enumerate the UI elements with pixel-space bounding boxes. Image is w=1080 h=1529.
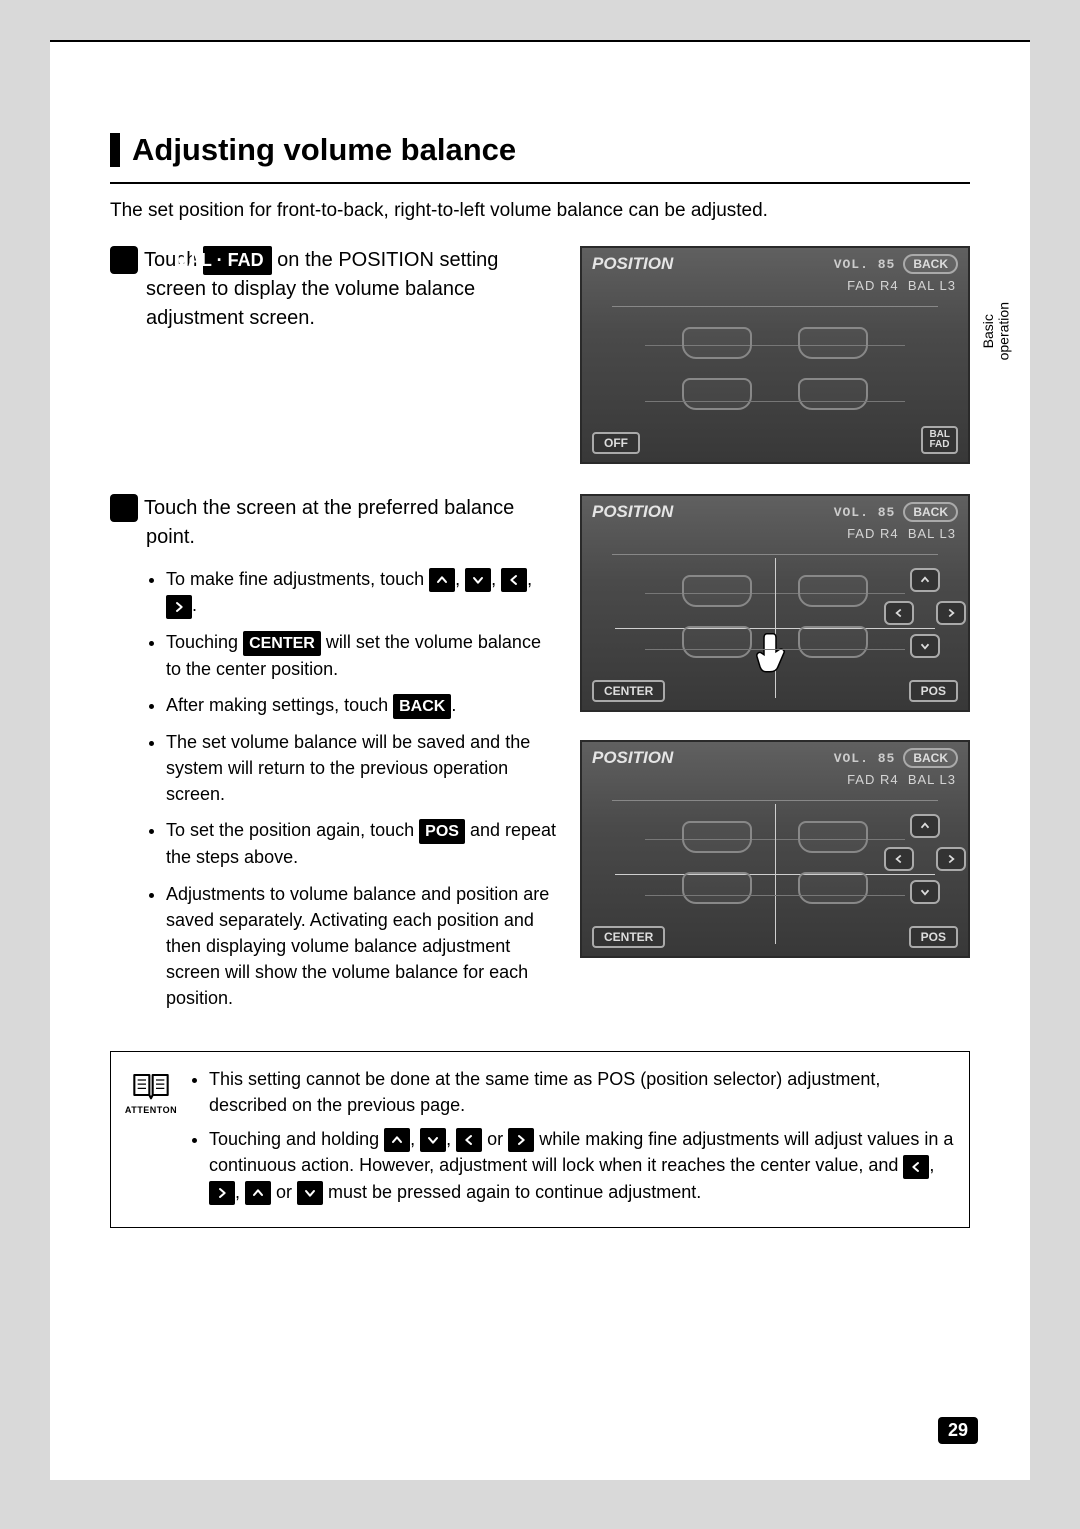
step-2-row: 2Touch the screen at the preferred balan… — [110, 494, 970, 1021]
s2-bullet-6: Adjustments to volume balance and positi… — [166, 881, 558, 1011]
screenshot-2: POSITION VOL. 85 BACK FAD R4 BAL L3 — [580, 494, 970, 712]
page-number: 29 — [938, 1417, 978, 1444]
fad-value: FAD R4 — [847, 278, 899, 293]
step-1-row: 1Touch BAL · FAD on the POSITION setting… — [110, 246, 970, 464]
section-title-text: Adjusting volume balance — [132, 132, 516, 168]
s2-bullet-2: Touching CENTER will set the volume bala… — [166, 629, 558, 682]
screenshot-1: POSITION VOL. 85 BACK FAD R4 BAL L3 OFF … — [580, 246, 970, 464]
section-tab: Basic operation — [981, 302, 1012, 360]
seat-front-right — [798, 327, 868, 359]
s2-bullet-1: To make fine adjustments, touch , , , . — [166, 566, 558, 619]
up-icon — [384, 1128, 410, 1152]
balfad-button[interactable]: BAL FAD — [921, 426, 958, 454]
left-icon — [903, 1155, 929, 1179]
step-2-screenshots: POSITION VOL. 85 BACK FAD R4 BAL L3 — [580, 494, 970, 1021]
manual-page: Basic operation Adjusting volume balance… — [50, 40, 1030, 1480]
right-icon — [508, 1128, 534, 1152]
section-title: Adjusting volume balance — [110, 132, 970, 184]
vol-value: 85 — [878, 257, 896, 272]
shot-back-button[interactable]: BACK — [903, 502, 958, 522]
dpad-right[interactable] — [936, 601, 966, 625]
bal-fad-pill: BAL · FAD — [203, 246, 272, 275]
shot-back-button[interactable]: BACK — [903, 748, 958, 768]
s2-bullet-4: The set volume balance will be saved and… — [166, 729, 558, 807]
screenshot-3: POSITION VOL. 85 BACK FAD R4 BAL L3 — [580, 740, 970, 958]
pos-pill: POS — [419, 819, 465, 844]
off-button[interactable]: OFF — [592, 432, 640, 454]
step-1-badge: 1 — [110, 246, 138, 274]
step-2-text: 2Touch the screen at the preferred balan… — [110, 494, 558, 1021]
shot-title: POSITION — [592, 254, 673, 274]
bal-value: BAL L3 — [908, 278, 956, 293]
dpad-down[interactable] — [910, 634, 940, 658]
center-button[interactable]: CENTER — [592, 926, 665, 948]
attention-content: This setting cannot be done at the same … — [191, 1066, 955, 1213]
left-icon — [456, 1128, 482, 1152]
s2-bullet-5: To set the position again, touch POS and… — [166, 817, 558, 870]
cross-hair — [775, 874, 776, 875]
dpad-up[interactable] — [910, 568, 940, 592]
dpad — [890, 568, 960, 658]
shot-title: POSITION — [592, 502, 673, 522]
dpad-up[interactable] — [910, 814, 940, 838]
right-icon — [209, 1181, 235, 1205]
step-2-badge: 2 — [110, 494, 138, 522]
attention-note-1: This setting cannot be done at the same … — [209, 1066, 955, 1118]
center-button[interactable]: CENTER — [592, 680, 665, 702]
section-intro: The set position for front-to-back, righ… — [110, 200, 970, 222]
touch-finger-icon — [755, 629, 795, 682]
up-icon — [429, 568, 455, 592]
pos-button[interactable]: POS — [909, 680, 958, 702]
down-icon — [297, 1181, 323, 1205]
pos-button[interactable]: POS — [909, 926, 958, 948]
s2-lead: Touch the screen at the preferred balanc… — [144, 497, 514, 548]
center-pill: CENTER — [243, 631, 321, 656]
vol-label: VOL. — [834, 257, 869, 272]
dpad — [890, 814, 960, 904]
attention-note-2: Touching and holding , , or while making… — [209, 1126, 955, 1205]
dpad-left[interactable] — [884, 847, 914, 871]
dpad-right[interactable] — [936, 847, 966, 871]
dpad-left[interactable] — [884, 601, 914, 625]
shot-title: POSITION — [592, 748, 673, 768]
step-1-text: 1Touch BAL · FAD on the POSITION setting… — [110, 246, 558, 464]
down-icon — [420, 1128, 446, 1152]
cabin-diagram[interactable] — [612, 306, 938, 440]
step-1-screenshots: POSITION VOL. 85 BACK FAD R4 BAL L3 OFF … — [580, 246, 970, 464]
shot-back-button[interactable]: BACK — [903, 254, 958, 274]
attention-box: ATTENTON This setting cannot be done at … — [110, 1051, 970, 1228]
seat-rear-left — [682, 378, 752, 410]
attention-icon: ATTENTON — [111, 1066, 191, 1117]
back-pill: BACK — [393, 694, 451, 719]
tab-line2: operation — [996, 302, 1012, 360]
attention-label: ATTENTON — [125, 1104, 177, 1117]
s2-bullet-3: After making settings, touch BACK. — [166, 692, 558, 719]
right-icon — [166, 595, 192, 619]
dpad-down[interactable] — [910, 880, 940, 904]
seat-front-left — [682, 327, 752, 359]
tab-line1: Basic — [980, 314, 996, 348]
up-icon — [245, 1181, 271, 1205]
down-icon — [465, 568, 491, 592]
left-icon — [501, 568, 527, 592]
seat-rear-right — [798, 378, 868, 410]
